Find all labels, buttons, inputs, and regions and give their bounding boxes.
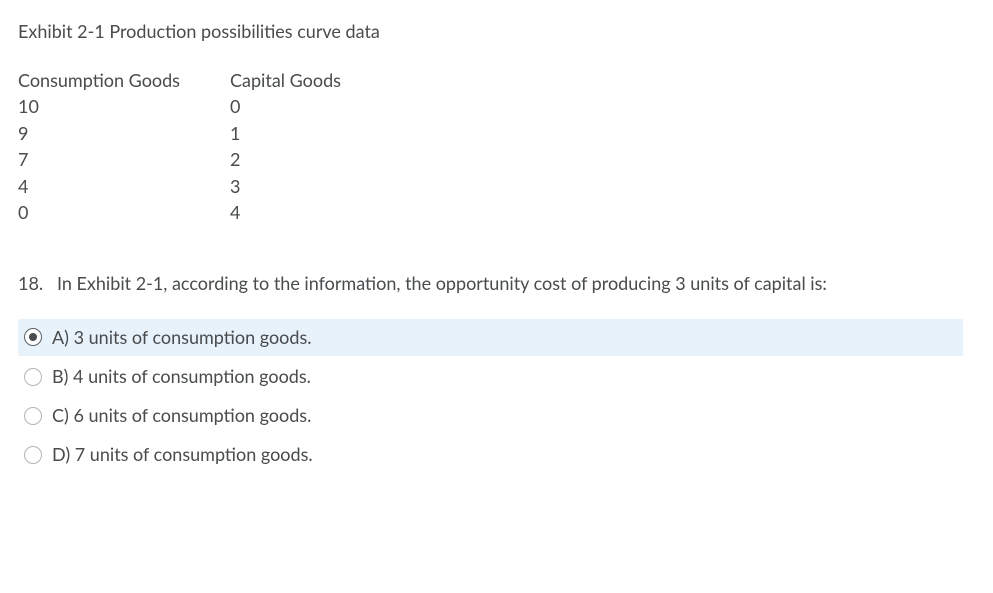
cell-capital: 3 xyxy=(230,173,240,199)
option-d[interactable]: D) 7 units of consumption goods. xyxy=(18,436,963,473)
option-label: C) 6 units of consumption goods. xyxy=(52,403,311,428)
cell-consumption: 0 xyxy=(18,199,230,225)
table-row: 0 4 xyxy=(18,199,975,225)
radio-icon xyxy=(24,407,42,425)
question-number: 18. xyxy=(18,272,43,294)
option-c[interactable]: C) 6 units of consumption goods. xyxy=(18,397,963,434)
data-table: Consumption Goods Capital Goods 10 0 9 1… xyxy=(18,67,975,226)
header-capital: Capital Goods xyxy=(230,67,341,93)
option-label: A) 3 units of consumption goods. xyxy=(52,325,311,350)
cell-capital: 1 xyxy=(230,120,240,146)
question-block: 18. In Exhibit 2-1, according to the inf… xyxy=(18,270,975,297)
table-row: 7 2 xyxy=(18,146,975,172)
table-header-row: Consumption Goods Capital Goods xyxy=(18,67,975,93)
radio-icon xyxy=(24,368,42,386)
table-row: 10 0 xyxy=(18,93,975,119)
exhibit-title: Exhibit 2-1 Production possibilities cur… xyxy=(18,18,975,45)
option-a[interactable]: A) 3 units of consumption goods. xyxy=(18,319,963,356)
cell-capital: 2 xyxy=(230,146,240,172)
cell-capital: 4 xyxy=(230,199,240,225)
table-row: 4 3 xyxy=(18,173,975,199)
cell-consumption: 9 xyxy=(18,120,230,146)
radio-icon xyxy=(24,446,42,464)
option-label: D) 7 units of consumption goods. xyxy=(52,442,313,467)
cell-consumption: 10 xyxy=(18,93,230,119)
question-text: In Exhibit 2-1, according to the informa… xyxy=(57,272,827,294)
radio-icon xyxy=(24,328,42,346)
options-list: A) 3 units of consumption goods. B) 4 un… xyxy=(18,319,963,474)
cell-consumption: 4 xyxy=(18,173,230,199)
option-label: B) 4 units of consumption goods. xyxy=(52,364,311,389)
table-row: 9 1 xyxy=(18,120,975,146)
header-consumption: Consumption Goods xyxy=(18,67,230,93)
cell-capital: 0 xyxy=(230,93,240,119)
cell-consumption: 7 xyxy=(18,146,230,172)
option-b[interactable]: B) 4 units of consumption goods. xyxy=(18,358,963,395)
